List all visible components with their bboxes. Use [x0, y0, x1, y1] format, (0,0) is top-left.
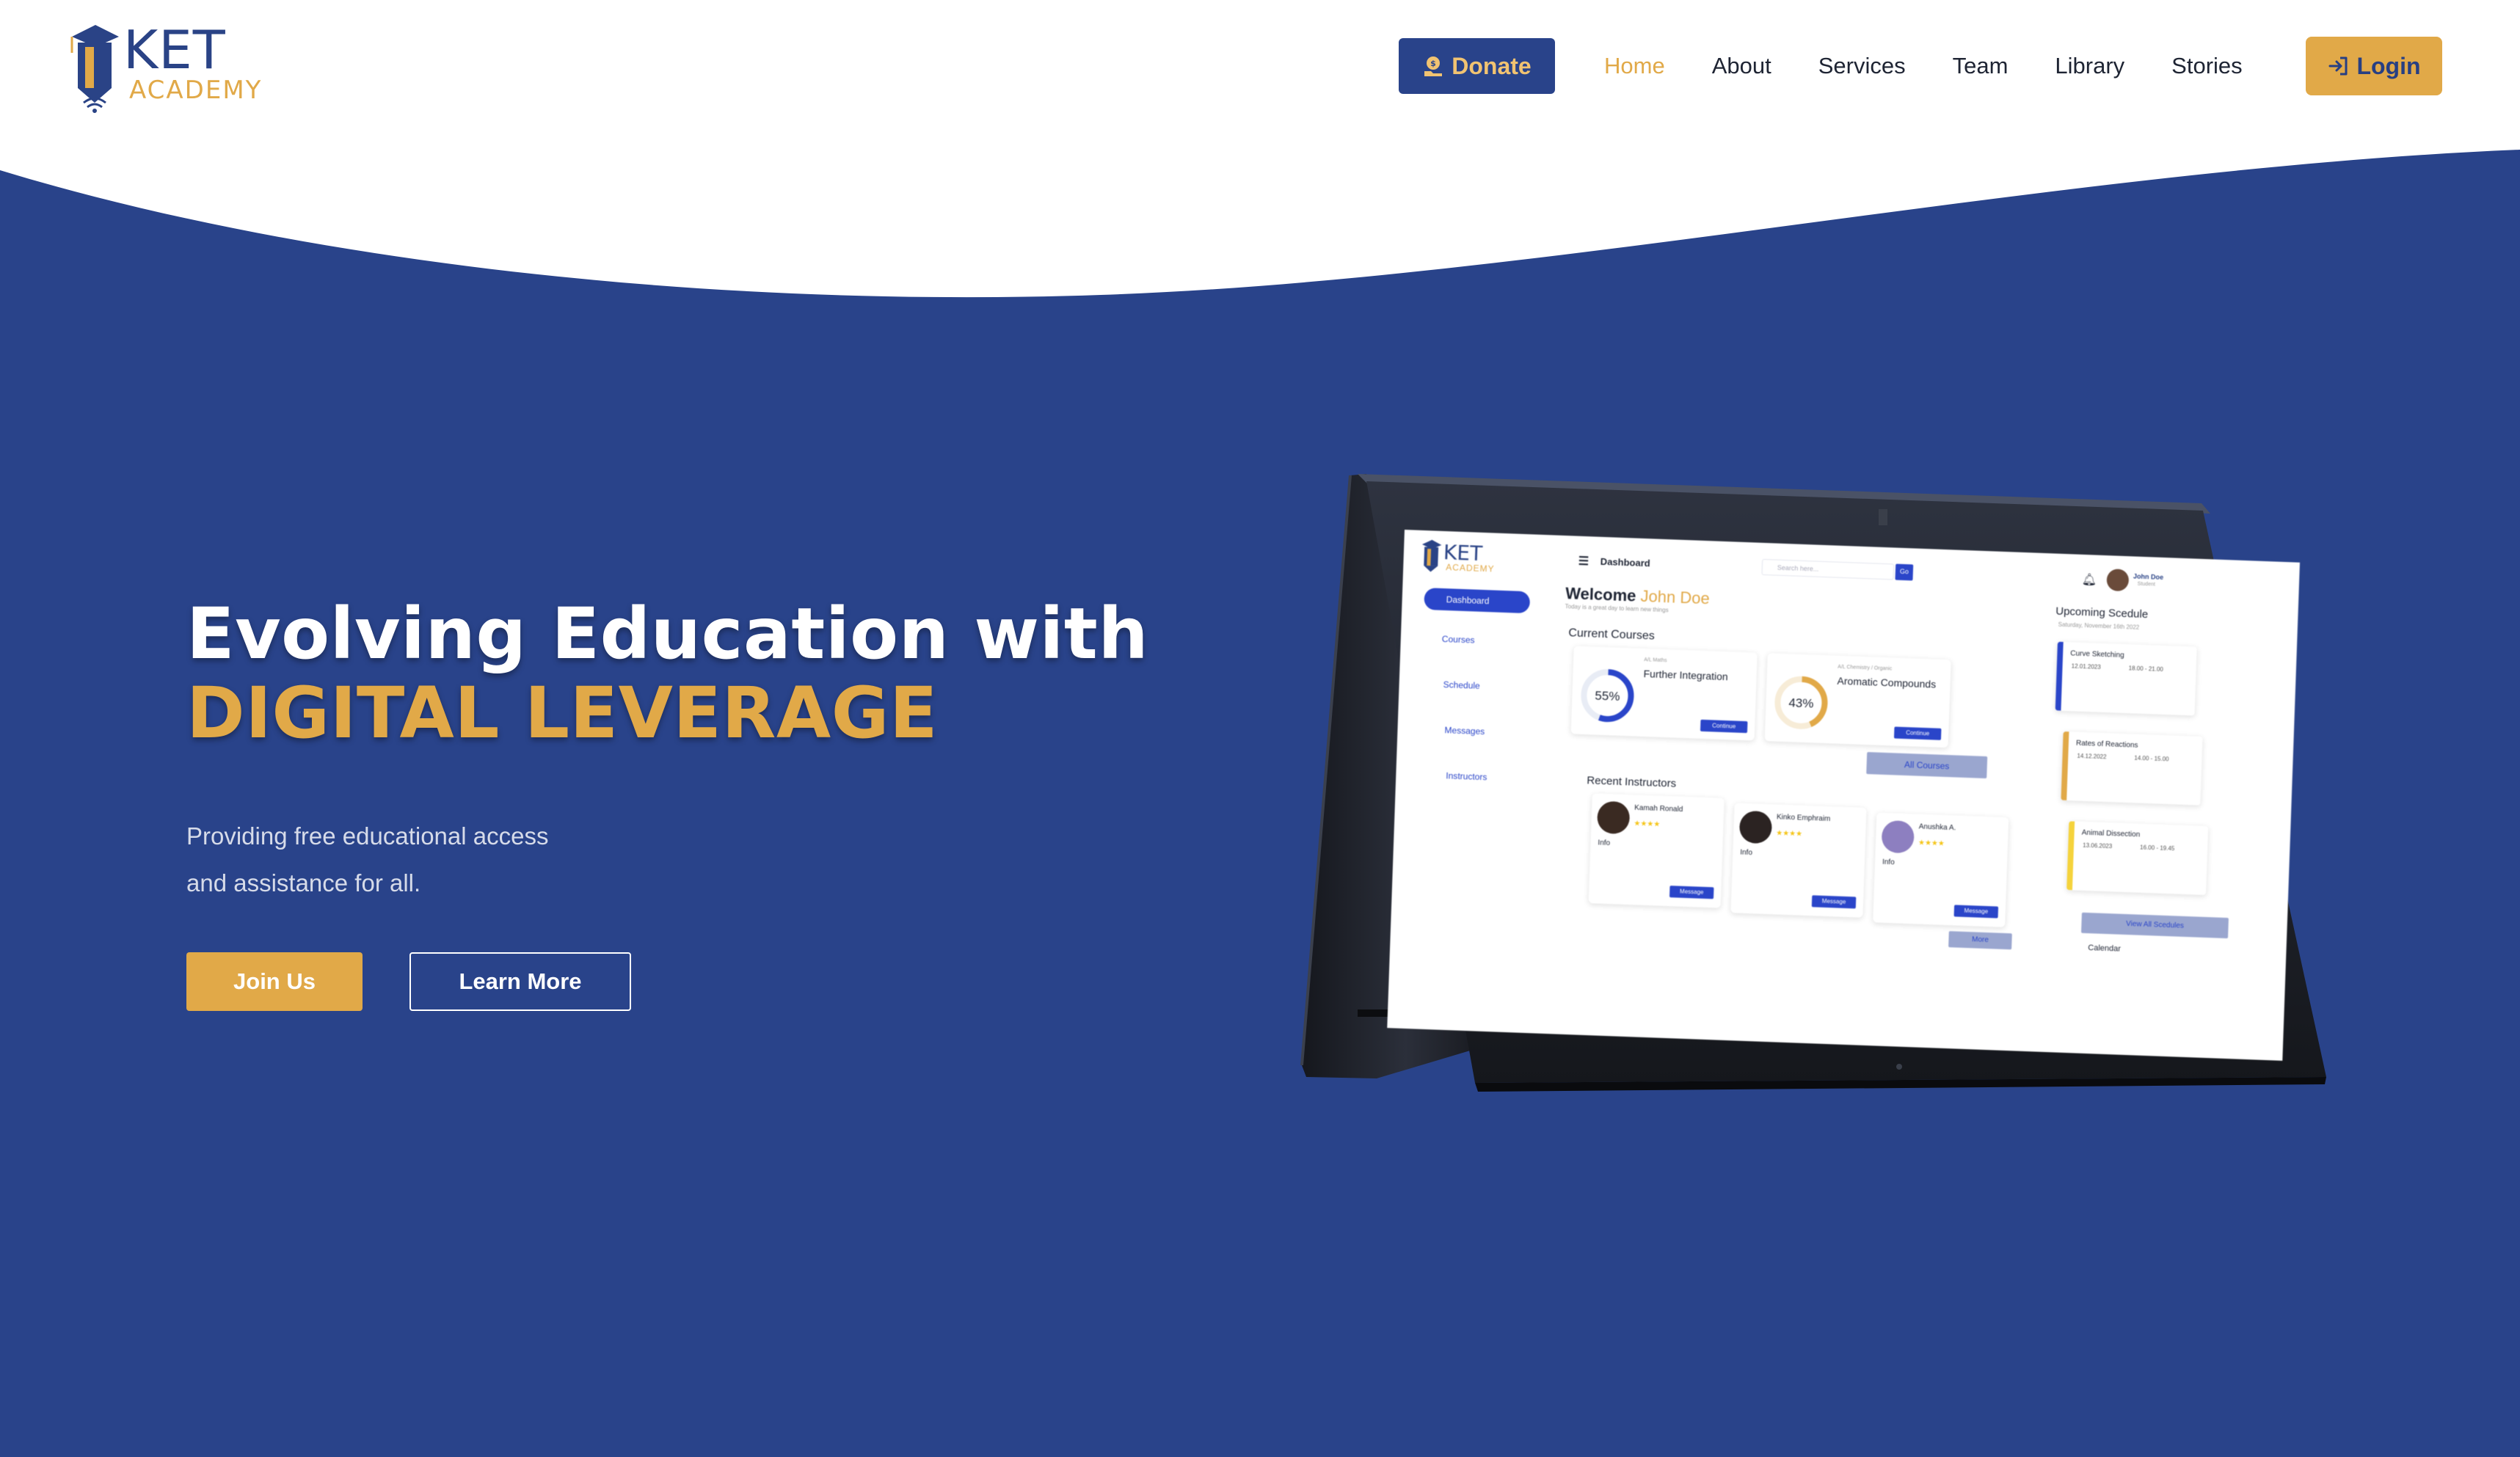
donate-button[interactable]: $ Donate [1399, 38, 1555, 94]
preview-logo-icon [1421, 539, 1442, 572]
preview-progress-ring: 43% [1774, 676, 1828, 729]
learn-more-button[interactable]: Learn More [409, 952, 631, 1011]
preview-schedule-label: Upcoming Scedule [2055, 605, 2149, 621]
preview-schedule-title: Curve Sketching [2070, 649, 2124, 660]
login-label: Login [2356, 52, 2421, 79]
nav-stories[interactable]: Stories [2171, 53, 2242, 79]
preview-calendar-label: Calendar [2088, 943, 2122, 954]
preview-view-all-button: View All Scedules [2080, 912, 2229, 939]
nav-library[interactable]: Library [2055, 53, 2124, 79]
preview-schedule-item-time: 18.00 - 21.00 [2128, 665, 2163, 673]
preview-instructor-avatar [1596, 800, 1631, 835]
hero-subtitle: Providing free educational access and as… [186, 813, 641, 907]
hero-section: Evolving Education with DIGITAL LEVERAGE… [186, 594, 1214, 1011]
preview-rating-stars: ★★★★ [1634, 819, 1661, 829]
preview-course-title: Aromatic Compounds [1837, 674, 1937, 690]
preview-course-category: A/L Maths [1644, 657, 1667, 664]
preview-all-courses-button: All Courses [1866, 752, 1988, 779]
preview-rating-stars: ★★★★ [1775, 829, 1803, 839]
preview-schedule-item: Animal Dissection 13.06.2023 16.00 - 19.… [2066, 821, 2209, 896]
login-button[interactable]: Login [2306, 37, 2442, 95]
hero-title-line1: Evolving Education with [186, 593, 1149, 675]
donate-label: Donate [1452, 52, 1532, 79]
main-navigation: Home About Services Team Library Stories [1604, 38, 2243, 94]
preview-sidebar-instructors: Instructors [1446, 770, 1487, 783]
preview-welcome-prefix: Welcome [1565, 584, 1636, 605]
join-us-button[interactable]: Join Us [186, 952, 363, 1011]
preview-schedule-date: Saturday, November 16th 2022 [2058, 621, 2140, 631]
preview-bell-icon: 🔔︎ [2081, 573, 2097, 587]
preview-instructor-info: Info [1740, 848, 1753, 858]
hero-buttons: Join Us Learn More [186, 952, 1214, 1011]
logo-subtext: ACADEMY [129, 76, 263, 105]
preview-instructor-avatar [1738, 810, 1773, 844]
preview-avatar [2106, 569, 2130, 592]
preview-instructor-name: Anushka A. [1918, 822, 1956, 833]
preview-schedule-item-date: 14.12.2022 [2077, 752, 2107, 761]
preview-instructor-info: Info [1882, 858, 1895, 867]
hero-title: Evolving Education with DIGITAL LEVERAGE [186, 594, 1214, 753]
donate-coin-icon: $ [1424, 56, 1443, 76]
preview-instructor-card: Kamah Ronald ★★★★ Info Message [1588, 793, 1725, 908]
preview-message-button: Message [1811, 895, 1857, 909]
preview-instructor-name: Kinko Emphraim [1776, 813, 1831, 824]
preview-schedule-item-time: 16.00 - 19.45 [2139, 844, 2175, 852]
preview-top-title: Dashboard [1600, 555, 1650, 569]
hero-title-highlight: DIGITAL LEVERAGE [186, 672, 939, 754]
preview-progress-label: 43% [1788, 695, 1814, 710]
hero-subtitle-line2: and assistance for all. [186, 869, 421, 897]
svg-text:$: $ [1430, 59, 1436, 68]
preview-course-category: A/L Chemistry / Organic [1838, 664, 1893, 672]
preview-more-button: More [1948, 931, 2012, 950]
preview-menu-icon: ☰ [1578, 555, 1589, 569]
preview-recent-instructors-label: Recent Instructors [1587, 774, 1677, 790]
preview-progress-label: 55% [1595, 689, 1620, 704]
dashboard-preview-screen: KET ACADEMY ☰ Dashboard Search here... G… [1387, 530, 2300, 1061]
preview-rating-stars: ★★★★ [1918, 839, 1945, 848]
preview-instructor-avatar [1881, 819, 1915, 854]
preview-progress-ring: 55% [1581, 669, 1634, 723]
preview-schedule-item: Rates of Reactions 14.12.2022 14.00 - 15… [2061, 731, 2203, 806]
nav-team[interactable]: Team [1953, 53, 2009, 79]
preview-schedule-item: Curve Sketching 12.01.2023 18.00 - 21.00 [2055, 641, 2197, 716]
login-arrow-icon [2328, 56, 2348, 76]
logo-text: KET [123, 19, 226, 81]
preview-schedule-item-date: 13.06.2023 [2082, 841, 2113, 850]
preview-schedule-title: Animal Dissection [2081, 828, 2141, 839]
preview-course-card: 55% A/L Maths Further Integration Contin… [1570, 646, 1758, 741]
graduation-pencil-icon [70, 25, 119, 113]
preview-instructor-name: Kamah Ronald [1634, 803, 1683, 814]
preview-welcome-name: John Doe [1640, 586, 1711, 608]
preview-instructor-card: Anushka A. ★★★★ Info Message [1873, 812, 2009, 927]
preview-continue-button: Continue [1700, 719, 1748, 734]
preview-logo-subtext: ACADEMY [1446, 562, 1495, 574]
nav-home[interactable]: Home [1604, 53, 1665, 79]
site-header: KET ACADEMY $ Donate Home About Services… [0, 0, 2520, 191]
preview-instructor-card: Kinko Emphraim ★★★★ Info Message [1730, 803, 1867, 918]
preview-user-name: John Doe [2133, 572, 2164, 581]
preview-message-button: Message [1953, 905, 1999, 919]
preview-schedule-title: Rates of Reactions [2075, 739, 2138, 750]
laptop-mockup-image: KET ACADEMY ☰ Dashboard Search here... G… [1248, 462, 2334, 1093]
preview-schedule-item-date: 12.01.2023 [2071, 662, 2101, 671]
preview-current-courses-label: Current Courses [1568, 627, 1656, 643]
preview-message-button: Message [1669, 885, 1714, 899]
preview-search-button: Go [1895, 563, 1914, 581]
preview-schedule-item-time: 14.00 - 15.00 [2134, 754, 2169, 763]
preview-course-card: 43% A/L Chemistry / Organic Aromatic Com… [1764, 653, 1951, 748]
preview-instructor-info: Info [1598, 839, 1611, 848]
preview-sidebar-courses: Courses [1441, 633, 1475, 646]
nav-about[interactable]: About [1712, 53, 1771, 79]
nav-services[interactable]: Services [1818, 53, 1906, 79]
preview-search-input: Search here... [1761, 558, 1895, 580]
preview-sidebar-messages: Messages [1444, 725, 1485, 737]
preview-course-title: Further Integration [1643, 667, 1729, 683]
hero-subtitle-line1: Providing free educational access [186, 822, 549, 850]
brand-logo[interactable]: KET ACADEMY [68, 21, 288, 113]
preview-sidebar-dashboard: Dashboard [1424, 588, 1531, 614]
preview-continue-button: Continue [1893, 726, 1942, 740]
preview-user-role: Student [2137, 581, 2155, 588]
preview-sidebar-schedule: Schedule [1443, 679, 1480, 691]
